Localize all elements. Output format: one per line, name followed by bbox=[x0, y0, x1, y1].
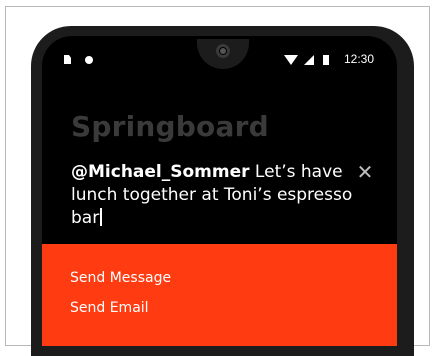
send-email-button[interactable]: Send Email bbox=[70, 300, 149, 316]
send-message-button[interactable]: Send Message bbox=[70, 270, 171, 286]
camera-icon bbox=[216, 44, 230, 58]
notification-dot-icon bbox=[85, 56, 93, 64]
compose-input[interactable]: @Michael_Sommer Let’s have lunch togethe… bbox=[71, 161, 361, 230]
app-title: Springboard bbox=[71, 110, 269, 143]
share-action-panel: Send Message Send Email bbox=[42, 244, 397, 346]
battery-icon bbox=[323, 55, 329, 65]
close-icon[interactable]: ✕ bbox=[355, 162, 375, 182]
status-time: 12:30 bbox=[344, 52, 375, 66]
text-caret bbox=[100, 208, 102, 226]
mention-tag: @Michael_Sommer bbox=[71, 162, 250, 182]
sim-icon bbox=[64, 55, 71, 64]
